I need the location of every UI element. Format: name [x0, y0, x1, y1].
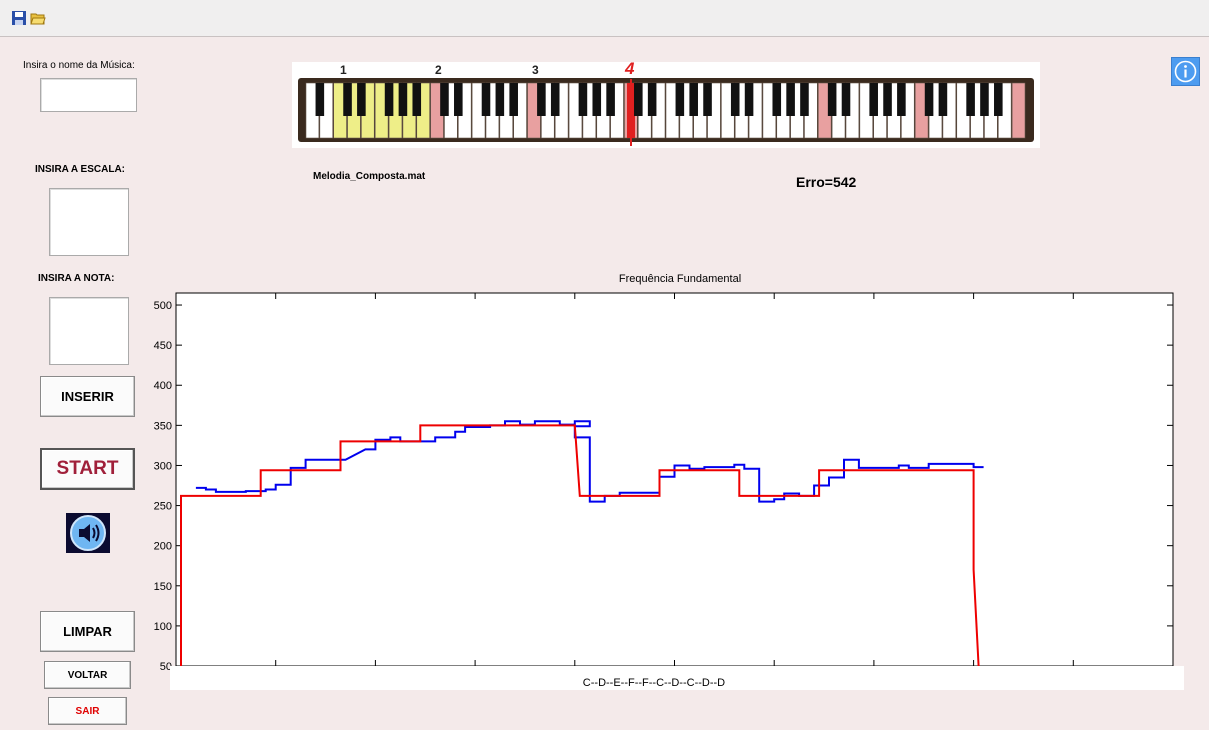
piano-black-key: [675, 83, 685, 116]
piano-black-key: [592, 83, 602, 116]
speaker-icon[interactable]: [66, 513, 110, 553]
piano-white-key: [1011, 82, 1026, 139]
chart-title: Frequência Fundamental: [619, 273, 741, 285]
piano-black-key: [800, 83, 809, 116]
piano-black-key: [786, 83, 795, 116]
save-icon[interactable]: [11, 10, 27, 26]
piano-black-key: [827, 83, 837, 116]
limpar-button[interactable]: LIMPAR: [40, 611, 135, 652]
piano-black-key: [924, 83, 934, 116]
y-tick-label: 300: [154, 460, 172, 472]
piano-black-key: [897, 83, 906, 116]
piano-black-key: [578, 83, 588, 116]
voltar-button[interactable]: VOLTAR: [44, 661, 131, 689]
scale-input[interactable]: [49, 188, 129, 256]
note-label: INSIRA A NOTA:: [38, 273, 115, 284]
piano-black-key: [606, 83, 615, 116]
y-tick-label: 500: [154, 300, 172, 312]
piano-black-key: [689, 83, 698, 116]
info-button[interactable]: [1171, 57, 1200, 86]
piano-black-key: [938, 83, 948, 116]
y-tick-label: 450: [154, 340, 172, 352]
y-tick-label: 150: [154, 581, 172, 593]
piano-black-key: [412, 83, 422, 116]
piano-black-key: [841, 83, 851, 116]
piano-black-key: [384, 83, 394, 116]
inserir-button[interactable]: INSERIR: [40, 376, 135, 417]
y-tick-label: 400: [154, 380, 172, 392]
piano-black-key: [398, 83, 408, 116]
file-name-label: Melodia_Composta.mat: [313, 171, 426, 182]
piano-black-key: [357, 83, 366, 116]
piano-black-key: [994, 83, 1003, 116]
piano-black-key: [744, 83, 754, 116]
x-axis-label: C--D--E--F--F--C--D--C--D--D: [583, 677, 725, 689]
sair-button[interactable]: SAIR: [48, 697, 127, 725]
note-input[interactable]: [49, 297, 129, 365]
piano-keyboard-svg: 1 2 3 4: [298, 59, 1034, 146]
piano-black-key: [495, 83, 505, 116]
y-tick-label: 200: [154, 541, 172, 553]
piano-black-key: [315, 83, 325, 116]
y-tick-label: 350: [154, 420, 172, 432]
song-name-input[interactable]: [40, 78, 137, 112]
scale-label: INSIRA A ESCALA:: [35, 164, 125, 175]
piano-black-key: [550, 83, 560, 116]
piano-black-key: [481, 83, 491, 116]
octave-label: 2: [435, 63, 442, 77]
open-folder-icon[interactable]: [30, 10, 46, 26]
y-tick-label: 100: [154, 621, 172, 633]
frequency-chart: Frequência Fundamental 50100150200250300…: [154, 273, 1184, 690]
plot-box: [175, 292, 1174, 667]
error-value: Erro=542: [796, 174, 857, 190]
piano-black-key: [634, 83, 643, 116]
octave-label: 1: [340, 63, 347, 77]
piano-black-key: [440, 83, 449, 116]
piano-black-key: [869, 83, 878, 116]
y-tick-label: 250: [154, 501, 172, 513]
piano-black-key: [730, 83, 740, 116]
info-icon: [1174, 60, 1197, 83]
piano-black-key: [966, 83, 975, 116]
piano-black-key: [980, 83, 989, 116]
start-button[interactable]: START: [40, 448, 135, 490]
toolbar: [0, 0, 1209, 37]
piano-black-key: [883, 83, 892, 116]
piano-black-key: [647, 83, 657, 116]
piano-black-key: [343, 83, 352, 116]
piano-black-key: [509, 83, 518, 116]
piano-keyboard: 1 2 3 4: [292, 59, 1040, 148]
piano-black-key: [772, 83, 782, 116]
song-name-label: Insira o nome da Música:: [23, 60, 135, 71]
piano-black-key: [537, 83, 546, 116]
piano-black-key: [703, 83, 712, 116]
piano-black-key: [454, 83, 463, 116]
octave-label-active: 4: [624, 62, 635, 78]
octave-label: 3: [532, 63, 539, 77]
